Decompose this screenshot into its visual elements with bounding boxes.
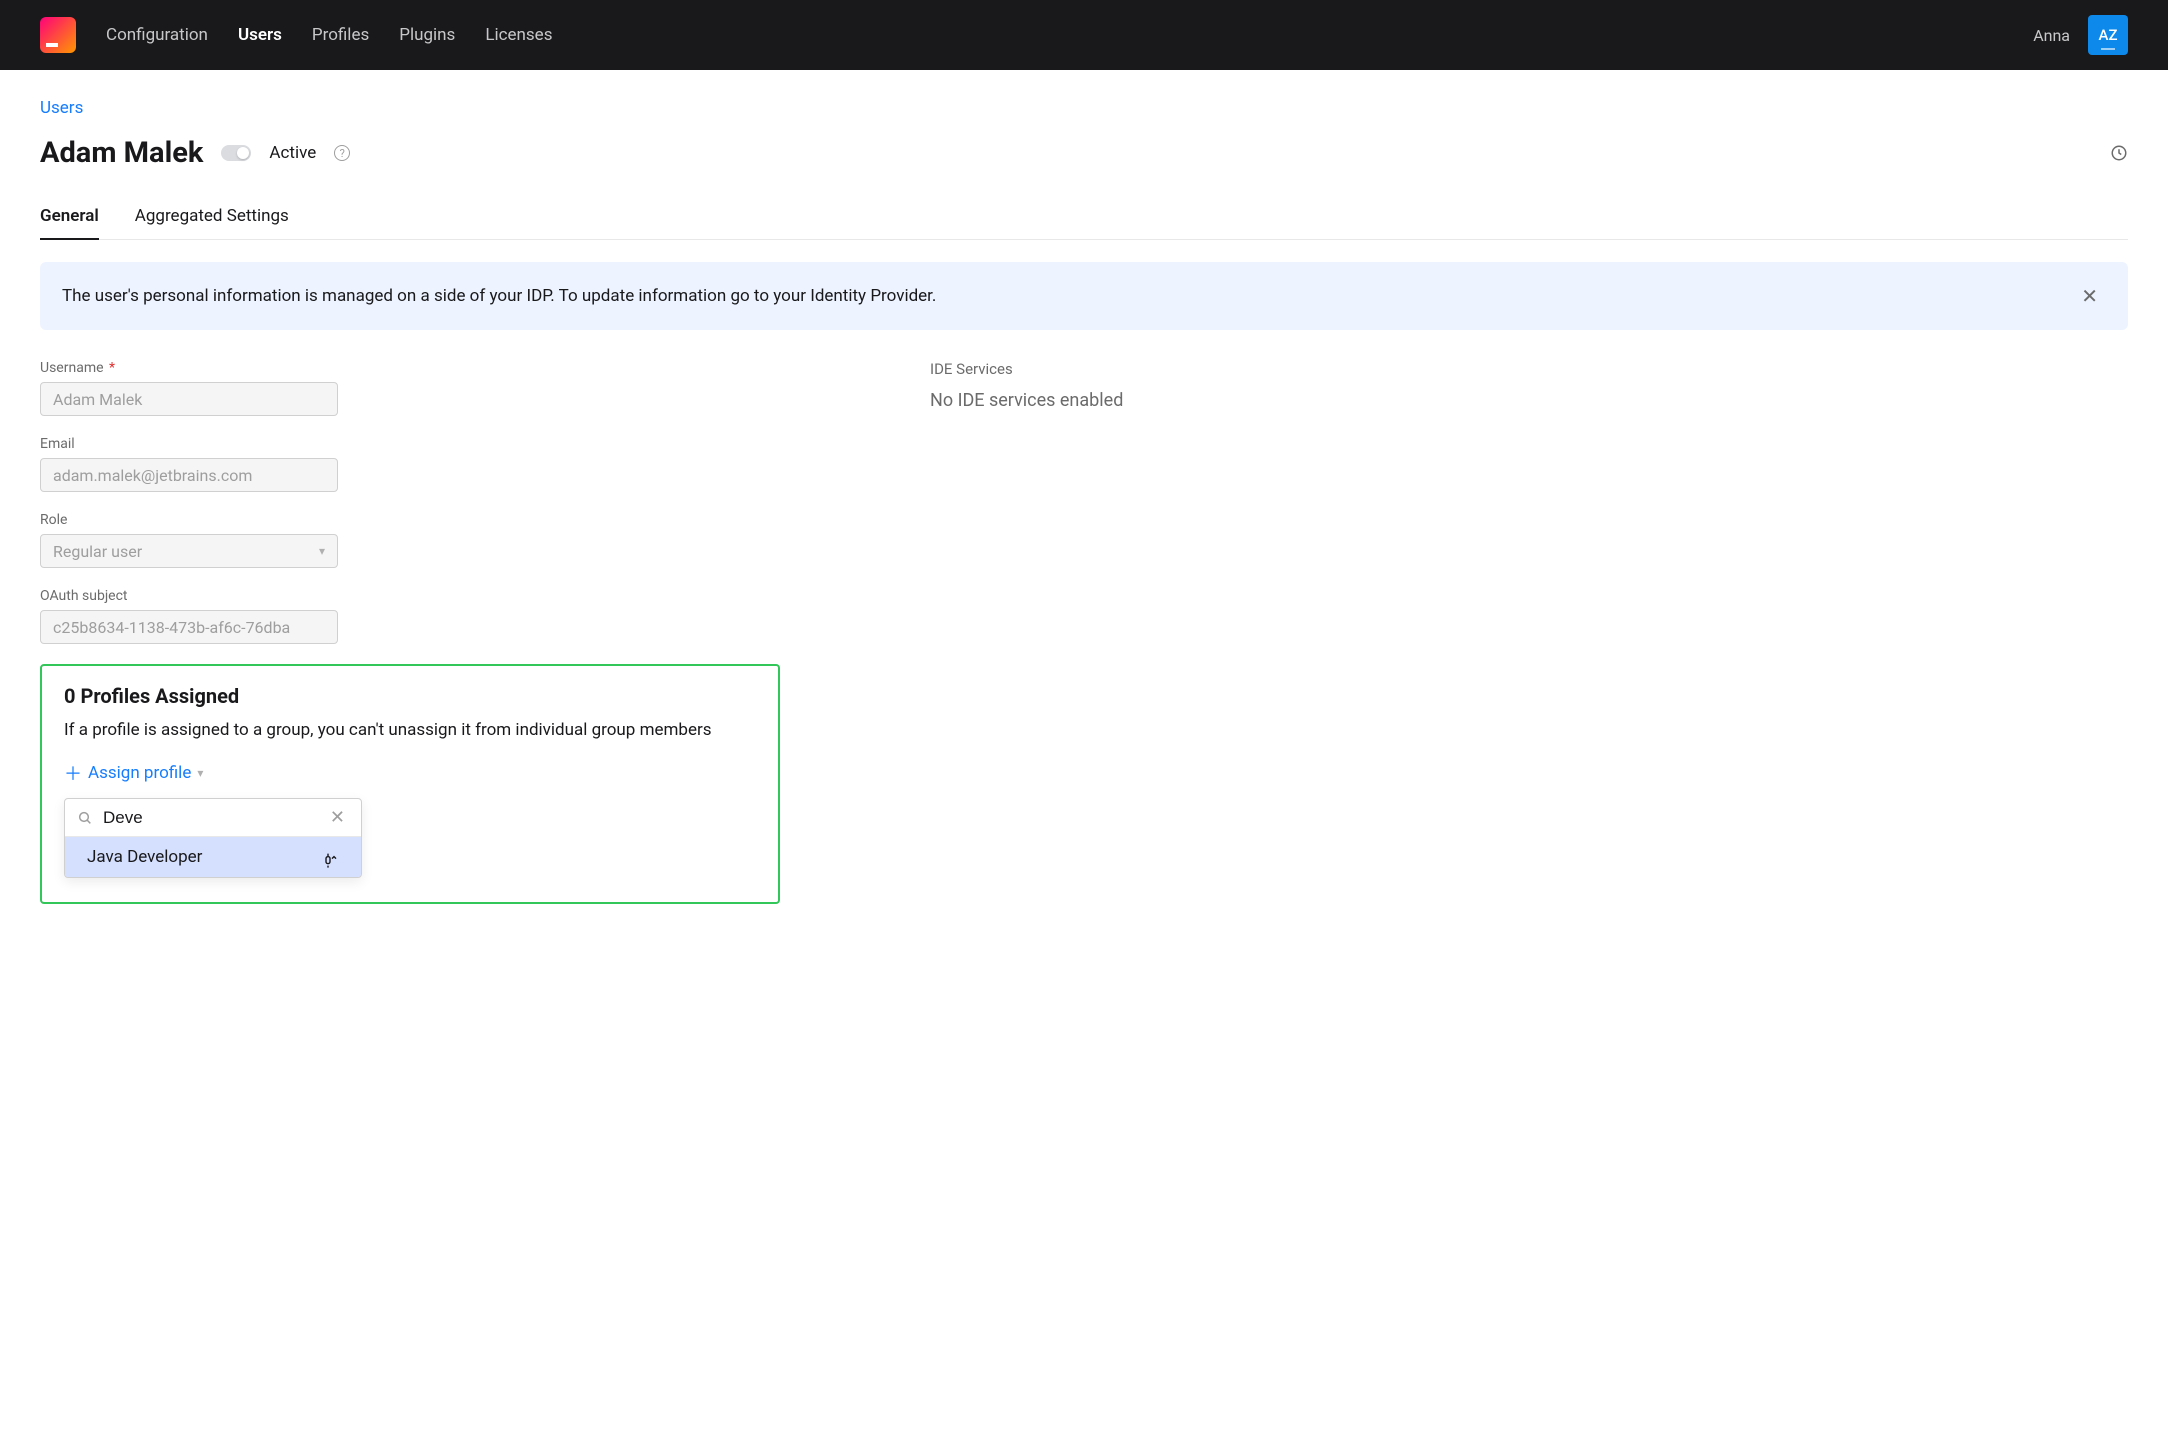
idp-notice: The user's personal information is manag…	[40, 262, 2128, 330]
status-label: Active	[269, 143, 316, 163]
oauth-label: OAuth subject	[40, 588, 780, 604]
breadcrumb-users[interactable]: Users	[40, 98, 2128, 118]
chevron-down-icon: ▾	[197, 766, 203, 780]
ide-services-text: No IDE services enabled	[930, 390, 1123, 411]
page-title: Adam Malek	[40, 136, 203, 170]
tab-aggregated-settings[interactable]: Aggregated Settings	[135, 206, 289, 240]
help-icon[interactable]: ?	[334, 145, 350, 161]
nav-plugins[interactable]: Plugins	[399, 25, 455, 45]
cursor-icon	[323, 852, 339, 870]
nav-profiles[interactable]: Profiles	[312, 25, 369, 45]
assign-profile-label: Assign profile	[88, 763, 191, 783]
username-input: Adam Malek	[40, 382, 338, 416]
oauth-input: c25b8634-1138-473b-af6c-76dba	[40, 610, 338, 644]
clear-icon[interactable]: ✕	[326, 807, 349, 828]
profiles-desc: If a profile is assigned to a group, you…	[64, 720, 756, 740]
topbar: Configuration Users Profiles Plugins Lic…	[0, 0, 2168, 70]
tabs: General Aggregated Settings	[40, 206, 2128, 240]
title-row: Adam Malek Active ?	[40, 136, 2128, 170]
assign-profile-dropdown: ✕ Java Developer	[64, 798, 362, 878]
history-icon[interactable]	[2110, 144, 2128, 162]
main-nav: Configuration Users Profiles Plugins Lic…	[106, 25, 2033, 45]
app-logo[interactable]	[40, 17, 76, 53]
ide-services-label: IDE Services	[930, 360, 1123, 378]
close-icon[interactable]: ✕	[2073, 280, 2106, 312]
role-select[interactable]: Regular user ▾	[40, 534, 338, 568]
profiles-title: 0 Profiles Assigned	[64, 684, 756, 708]
plus-icon: ＋	[64, 760, 82, 786]
nav-configuration[interactable]: Configuration	[106, 25, 208, 45]
current-user-name: Anna	[2033, 26, 2070, 45]
profile-option-java-developer[interactable]: Java Developer	[65, 837, 361, 877]
email-input: adam.malek@jetbrains.com	[40, 458, 338, 492]
search-icon	[77, 810, 93, 826]
tab-general[interactable]: General	[40, 206, 99, 240]
user-area: Anna AZ	[2033, 15, 2128, 55]
role-label: Role	[40, 512, 780, 528]
profile-search-input[interactable]	[103, 808, 326, 828]
nav-users[interactable]: Users	[238, 25, 282, 45]
chevron-down-icon: ▾	[319, 544, 325, 558]
active-toggle[interactable]	[221, 145, 251, 161]
avatar[interactable]: AZ	[2088, 15, 2128, 55]
username-label: Username *	[40, 360, 780, 376]
option-label: Java Developer	[87, 847, 202, 867]
notice-text: The user's personal information is manag…	[62, 286, 936, 306]
role-value: Regular user	[53, 542, 142, 561]
email-label: Email	[40, 436, 780, 452]
assign-profile-button[interactable]: ＋ Assign profile ▾	[64, 760, 756, 786]
nav-licenses[interactable]: Licenses	[485, 25, 552, 45]
profiles-assigned-panel: 0 Profiles Assigned If a profile is assi…	[40, 664, 780, 904]
